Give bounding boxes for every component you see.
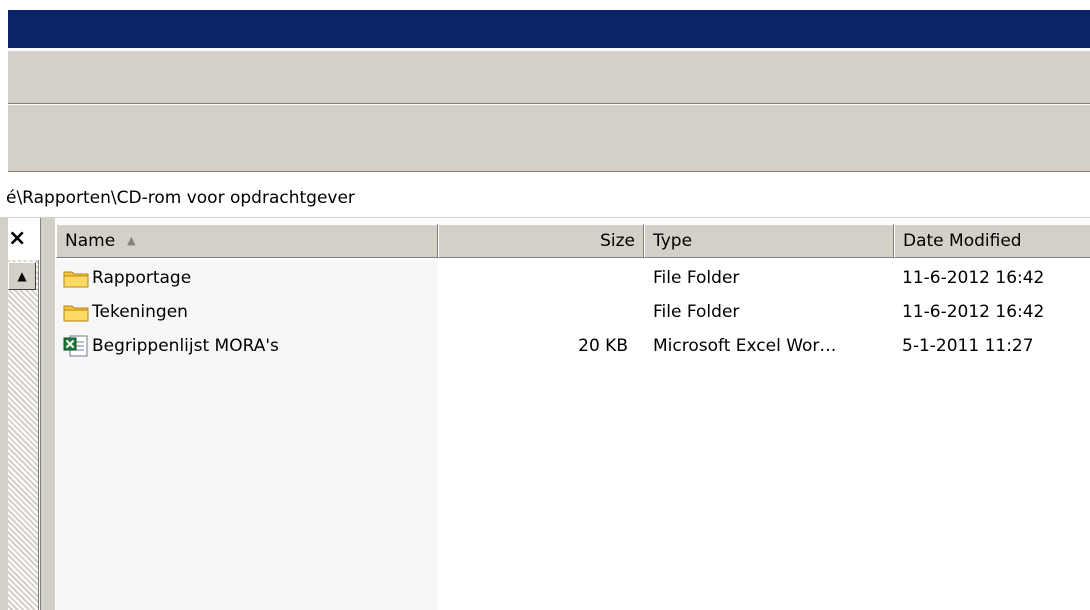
menu-bar bbox=[8, 50, 1090, 104]
column-date-label: Date Modified bbox=[903, 231, 1022, 251]
file-type: File Folder bbox=[653, 302, 740, 322]
title-bar-fill[interactable] bbox=[8, 10, 1090, 48]
file-name-cell: Rapportage bbox=[62, 262, 191, 294]
column-header-row: Name ▲ Size Type Date Modified bbox=[56, 224, 1090, 260]
file-name-cell: Begrippenlijst MORA's bbox=[62, 330, 279, 362]
address-bar[interactable]: é\Rapporten\CD-rom voor opdrachtgever bbox=[0, 172, 1090, 218]
column-name-label: Name bbox=[65, 231, 116, 251]
folder-icon bbox=[63, 305, 89, 322]
file-row[interactable]: Rapportage File Folder 11-6-2012 16:42 bbox=[56, 262, 1090, 294]
close-panel-icon[interactable]: × bbox=[8, 228, 26, 250]
excel-file-icon bbox=[63, 335, 88, 357]
file-type: Microsoft Excel Wor… bbox=[653, 336, 837, 356]
pane-splitter[interactable] bbox=[40, 218, 55, 610]
toolbar bbox=[8, 104, 1090, 173]
file-name: Begrippenlijst MORA's bbox=[92, 336, 279, 356]
file-date: 5-1-2011 11:27 bbox=[902, 336, 1034, 356]
column-header-name[interactable]: Name ▲ bbox=[56, 224, 438, 258]
folder-pane-scrollbar[interactable] bbox=[8, 260, 39, 610]
file-type: File Folder bbox=[653, 268, 740, 288]
address-path[interactable]: é\Rapporten\CD-rom voor opdrachtgever bbox=[6, 188, 355, 208]
sort-ascending-icon: ▲ bbox=[127, 234, 136, 247]
column-header-type[interactable]: Type bbox=[644, 224, 894, 258]
arrow-up-icon: ▲ bbox=[17, 269, 27, 283]
file-date: 11-6-2012 16:42 bbox=[902, 268, 1045, 288]
column-type-label: Type bbox=[653, 231, 693, 251]
title-bar[interactable] bbox=[0, 0, 1090, 50]
scroll-up-button[interactable]: ▲ bbox=[8, 262, 36, 290]
column-size-label: Size bbox=[600, 231, 635, 251]
panel-edge bbox=[0, 218, 8, 610]
file-list: Name ▲ Size Type Date Modified Rapportage… bbox=[56, 218, 1090, 610]
column-header-size[interactable]: Size bbox=[438, 224, 644, 258]
file-name: Tekeningen bbox=[92, 302, 188, 322]
file-row[interactable]: Tekeningen File Folder 11-6-2012 16:42 bbox=[56, 296, 1090, 328]
column-header-date[interactable]: Date Modified bbox=[894, 224, 1090, 258]
file-row[interactable]: Begrippenlijst MORA's 20 KB Microsoft Ex… bbox=[56, 330, 1090, 362]
folder-icon bbox=[63, 271, 89, 288]
file-name: Rapportage bbox=[92, 268, 192, 288]
file-name-cell: Tekeningen bbox=[62, 296, 188, 328]
file-date: 11-6-2012 16:42 bbox=[902, 302, 1045, 322]
file-size: 20 KB bbox=[578, 336, 628, 356]
